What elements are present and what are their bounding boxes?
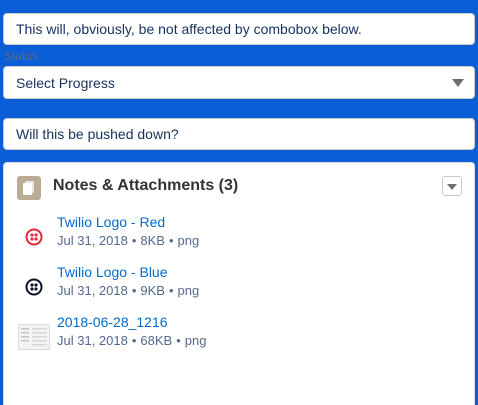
file-meta: Jul 31, 2018 • 8KB • png xyxy=(57,233,200,248)
chevron-down-icon xyxy=(447,177,457,195)
file-item[interactable]: 2018-06-28_1216 Jul 31, 2018 • 68KB • png xyxy=(4,313,474,363)
card-menu-button[interactable] xyxy=(442,176,462,196)
file-stack-icon xyxy=(17,176,41,200)
file-type: png xyxy=(184,333,207,348)
file-meta: Jul 31, 2018 • 9KB • png xyxy=(57,283,200,298)
file-size: 8KB xyxy=(140,233,165,248)
file-meta: Jul 31, 2018 • 68KB • png xyxy=(57,333,207,348)
card-title: Notes & Attachments (3) xyxy=(53,177,239,194)
twilio-red-logo-icon xyxy=(18,221,50,253)
text-input-top-value: This will, obviously, be not affected by… xyxy=(16,21,362,37)
file-size: 9KB xyxy=(140,283,165,298)
file-type: png xyxy=(177,283,200,298)
text-input-pushed[interactable]: Will this be pushed down? xyxy=(3,118,475,150)
chevron-down-icon xyxy=(452,78,464,87)
file-date: Jul 31, 2018 xyxy=(57,233,128,248)
status-combobox-value: Select Progress xyxy=(16,74,115,91)
status-label: Status xyxy=(4,49,39,63)
file-item[interactable]: Twilio Logo - Blue Jul 31, 2018 • 9KB • png xyxy=(4,263,474,313)
file-date: Jul 31, 2018 xyxy=(57,283,128,298)
file-name-link[interactable]: Twilio Logo - Blue xyxy=(57,264,168,280)
file-date: Jul 31, 2018 xyxy=(57,333,128,348)
notes-attachments-card: Notes & Attachments (3) Twilio Logo - Re… xyxy=(3,162,475,405)
twilio-dark-logo-icon xyxy=(18,271,50,303)
card-header: Notes & Attachments (3) xyxy=(4,163,474,213)
status-combobox[interactable]: Select Progress xyxy=(3,66,475,99)
screenshot-thumbnail-icon xyxy=(18,321,50,353)
file-item[interactable]: Twilio Logo - Red Jul 31, 2018 • 8KB • png xyxy=(4,213,474,263)
file-name-link[interactable]: 2018-06-28_1216 xyxy=(57,314,168,330)
text-input-pushed-value: Will this be pushed down? xyxy=(16,126,179,142)
file-name-link[interactable]: Twilio Logo - Red xyxy=(57,214,165,230)
file-size: 68KB xyxy=(140,333,173,348)
text-input-top[interactable]: This will, obviously, be not affected by… xyxy=(3,13,475,45)
file-type: png xyxy=(177,233,200,248)
